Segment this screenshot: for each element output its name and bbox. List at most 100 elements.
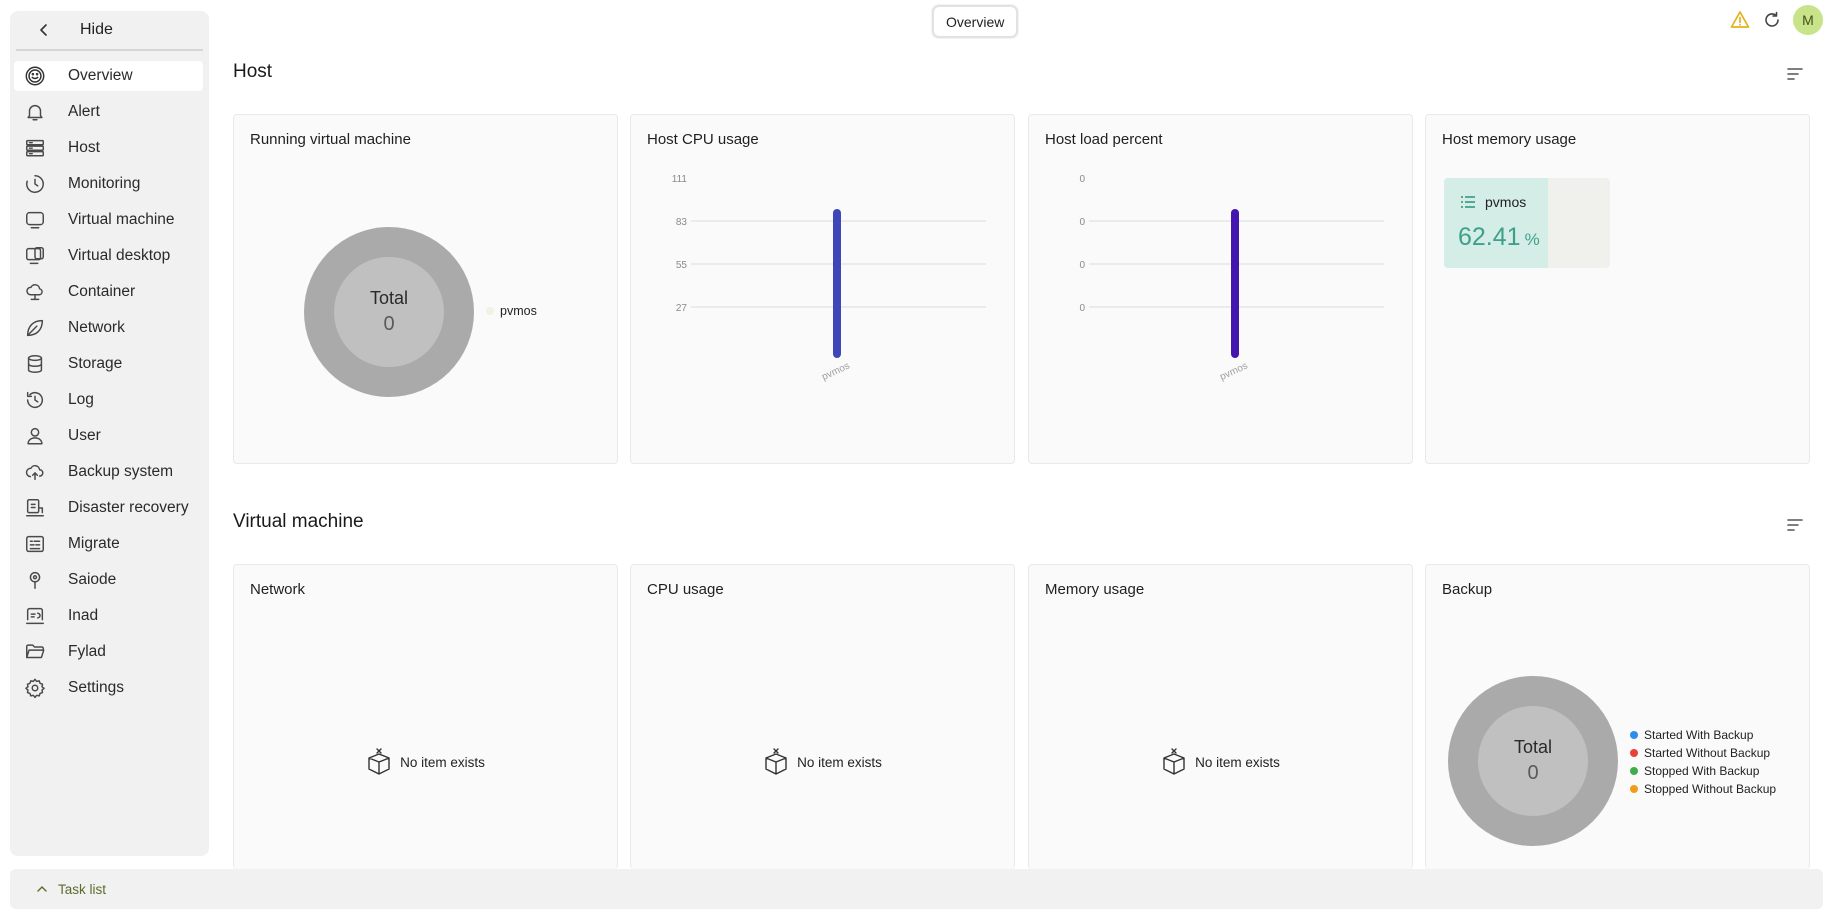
hide-sidebar-button[interactable]: Hide [16, 11, 203, 51]
avatar[interactable]: M [1793, 5, 1823, 35]
legend-dot [486, 307, 494, 315]
sidebar-item-label: Container [68, 283, 136, 300]
x-tick-label: pvmos [1218, 361, 1249, 383]
card-title: Backup [1442, 581, 1493, 598]
legend-label: Started Without Backup [1644, 746, 1771, 760]
sidebar-item-label: Virtual desktop [68, 247, 171, 264]
sidebar-item-user[interactable]: User [14, 421, 203, 451]
sidebar-item-label: Storage [68, 355, 123, 372]
legend-item[interactable]: pvmos [486, 304, 537, 318]
tab-overview[interactable]: Overview [932, 5, 1019, 38]
card-host-load: Host load percent 0 0 0 0 pvmos [1028, 114, 1413, 464]
donut-total-value: 0 [383, 313, 395, 335]
sort-icon[interactable] [1785, 515, 1805, 535]
sidebar-item-label: Disaster recovery [68, 499, 189, 516]
leaf-icon [24, 317, 46, 339]
inad-icon [24, 605, 46, 627]
backup-donut[interactable]: Total 0 [1448, 676, 1618, 846]
empty-label: No item exists [1195, 754, 1280, 770]
donut-total-label: Total [369, 288, 409, 308]
card-host-cpu: Host CPU usage 111 83 55 27 pvmos [630, 114, 1015, 464]
legend-dot-orange [1630, 785, 1638, 793]
monitor-icon [24, 209, 46, 231]
y-tick-label: 0 [1079, 174, 1085, 185]
sidebar-item-saiode[interactable]: Saiode [14, 565, 203, 595]
sidebar-item-label: Backup system [68, 463, 174, 480]
sidebar-item-label: Overview [68, 67, 133, 84]
sort-icon[interactable] [1785, 64, 1805, 84]
bar-pvmos[interactable] [1231, 209, 1239, 358]
sidebar-item-settings[interactable]: Settings [14, 673, 203, 703]
sidebar-item-virtual-desktop[interactable]: Virtual desktop [14, 241, 203, 271]
task-list-bar[interactable]: Task list [10, 869, 1823, 909]
sidebar-item-overview[interactable]: Overview [14, 61, 203, 91]
refresh-icon[interactable] [1761, 9, 1783, 31]
sidebar-item-label: Monitoring [68, 175, 141, 192]
sidebar-item-host[interactable]: Host [14, 133, 203, 163]
y-tick-label: 0 [1079, 260, 1085, 271]
pin-icon [24, 569, 46, 591]
sidebar-item-inad[interactable]: Inad [14, 601, 203, 631]
smile-icon [24, 65, 46, 87]
sidebar-item-label: Inad [68, 607, 99, 624]
top-right-controls: M [1729, 5, 1823, 35]
running-vm-donut[interactable]: Total 0 [304, 227, 474, 397]
list-icon [1461, 196, 1475, 208]
empty-box-icon [1163, 748, 1185, 775]
y-tick-label: 111 [672, 174, 688, 185]
legend-label: pvmos [500, 304, 537, 318]
legend-dot-green [1630, 767, 1638, 775]
sidebar-item-virtual-machine[interactable]: Virtual machine [14, 205, 203, 235]
sidebar-item-container[interactable]: Container [14, 277, 203, 307]
sidebar-item-storage[interactable]: Storage [14, 349, 203, 379]
sidebar-item-log[interactable]: Log [14, 385, 203, 415]
chevron-up-icon [36, 883, 48, 895]
sidebar-item-label: Migrate [68, 535, 120, 552]
bar-pvmos[interactable] [833, 209, 841, 358]
legend-item[interactable]: Stopped With Backup [1630, 762, 1776, 780]
memory-usage-unit: % [1524, 230, 1540, 249]
sidebar-item-label: Virtual machine [68, 211, 175, 228]
sidebar-item-network[interactable]: Network [14, 313, 203, 343]
donut-total-value: 0 [1527, 762, 1539, 784]
sidebar-item-migrate[interactable]: Migrate [14, 529, 203, 559]
card-title: CPU usage [647, 581, 724, 598]
history-icon [24, 389, 46, 411]
sidebar-item-label: Fylad [68, 643, 106, 660]
donut-total-label: Total [1513, 737, 1553, 757]
y-tick-label: 0 [1079, 303, 1085, 314]
sidebar-item-monitoring[interactable]: Monitoring [14, 169, 203, 199]
sidebar: Hide Overview Alert Host Monitoring Virt… [10, 11, 209, 856]
y-tick-label: 0 [1079, 217, 1085, 228]
card-vm-network: Network No item exists [233, 564, 618, 869]
sidebar-item-disaster-recovery[interactable]: Disaster recovery [14, 493, 203, 523]
empty-label: No item exists [797, 754, 882, 770]
legend-item[interactable]: Started With Backup [1630, 726, 1776, 744]
legend-item[interactable]: Stopped Without Backup [1630, 780, 1776, 798]
memory-host-name: pvmos [1485, 194, 1527, 210]
recovery-icon [24, 497, 46, 519]
sidebar-item-label: Network [68, 319, 125, 336]
sidebar-item-alert[interactable]: Alert [14, 97, 203, 127]
memory-usage-tile[interactable]: pvmos 62.41% [1444, 178, 1610, 268]
sidebar-item-label: Saiode [68, 571, 117, 588]
sidebar-item-label: Host [68, 139, 100, 156]
server-icon [24, 137, 46, 159]
empty-state: No item exists [1029, 748, 1412, 776]
host-cpu-chart: 111 83 55 27 pvmos [672, 174, 986, 383]
bell-icon [24, 101, 46, 123]
empty-state: No item exists [631, 748, 1014, 776]
section-title-host: Host [233, 61, 273, 82]
sidebar-item-label: Alert [68, 103, 100, 120]
legend-item[interactable]: Started Without Backup [1630, 744, 1776, 762]
y-tick-label: 27 [676, 303, 688, 314]
empty-state: No item exists [234, 748, 617, 776]
warning-icon[interactable] [1729, 9, 1751, 31]
sidebar-item-fylad[interactable]: Fylad [14, 637, 203, 667]
y-tick-label: 55 [676, 260, 688, 271]
sidebar-item-label: User [68, 427, 101, 444]
x-tick-label: pvmos [820, 361, 851, 383]
card-vm-backup: Backup Total 0 Started With Backup Start… [1425, 564, 1810, 869]
card-title: Network [250, 581, 306, 598]
sidebar-item-backup-system[interactable]: Backup system [14, 457, 203, 487]
